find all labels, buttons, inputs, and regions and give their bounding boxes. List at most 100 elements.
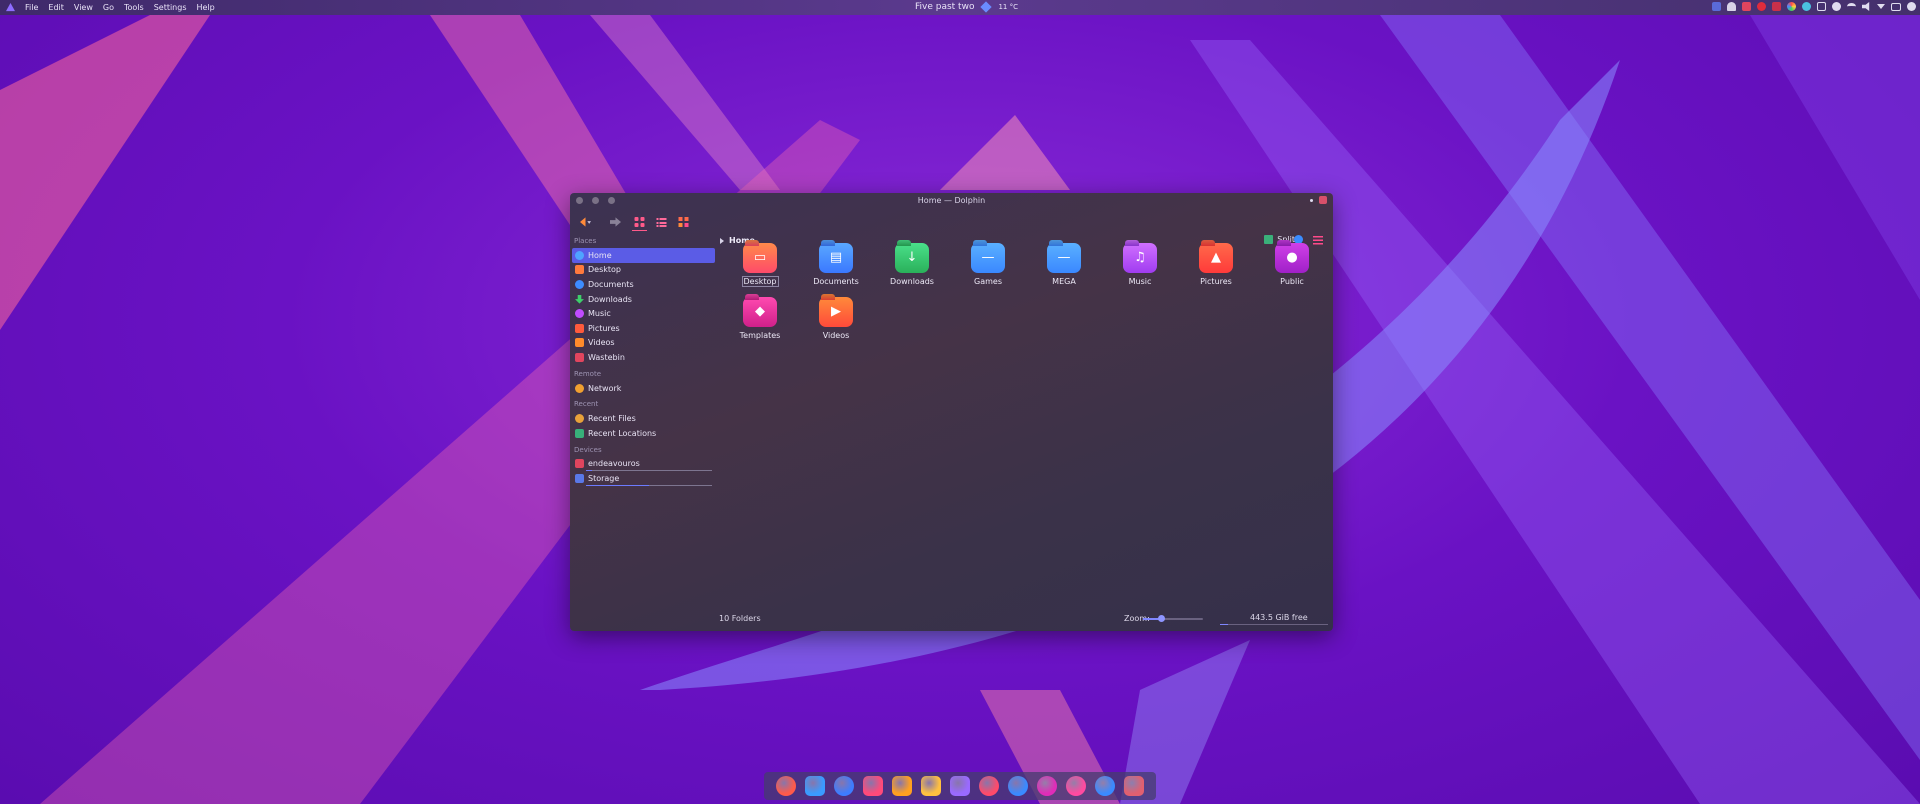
downloads-icon [575, 294, 584, 304]
tray-expand-icon[interactable] [1877, 4, 1885, 9]
compact-view-icon[interactable] [656, 217, 667, 227]
window-title: Home — Dolphin [917, 195, 986, 205]
pictures-icon [575, 323, 584, 333]
icons-view-icon[interactable] [634, 217, 645, 227]
sidebar-item-documents[interactable]: Documents [572, 277, 718, 292]
close-dot-icon[interactable] [576, 197, 583, 204]
zoom-slider-handle[interactable] [1158, 615, 1165, 622]
sidebar-item-endeavouros[interactable]: endeavouros [572, 457, 718, 472]
volume-icon[interactable] [1862, 2, 1870, 11]
back-icon[interactable] [580, 217, 591, 227]
telegram-icon[interactable] [805, 776, 825, 796]
dock [764, 772, 1156, 800]
recent-header: Recent [574, 400, 599, 409]
folder-games[interactable]: — Games [958, 243, 1018, 286]
folder-videos[interactable]: ▶ Videos [806, 297, 866, 340]
places-panel: Places Home Desktop Documents Downloads … [572, 235, 718, 486]
sidebar-item-label: Downloads [588, 294, 632, 304]
maximize-dot-icon[interactable] [608, 197, 615, 204]
zoom-slider[interactable] [1143, 615, 1203, 622]
recent-locations-icon [575, 428, 584, 438]
tray-colorful-icon[interactable] [1787, 2, 1796, 11]
folder-label: Desktop [741, 276, 779, 287]
circle-app-icon[interactable] [1066, 776, 1086, 796]
keep-above-icon[interactable] [1310, 198, 1313, 202]
shield-icon[interactable] [921, 776, 941, 796]
sidebar-item-network[interactable]: Network [572, 381, 718, 396]
clock-time: Five past two [915, 2, 975, 12]
menu-settings[interactable]: Settings [154, 3, 187, 12]
remote-header: Remote [574, 369, 602, 378]
toolbar: Home Split [570, 211, 1333, 245]
vlc-icon[interactable] [892, 776, 912, 796]
spiral-icon[interactable] [1037, 776, 1057, 796]
tray-app-icon[interactable] [1712, 2, 1721, 11]
editor-icon[interactable] [863, 776, 883, 796]
sidebar-item-downloads[interactable]: Downloads [572, 292, 718, 307]
menu-file[interactable]: File [25, 3, 38, 12]
gem-icon[interactable] [1008, 776, 1028, 796]
folder-mega[interactable]: — MEGA [1034, 243, 1094, 286]
window-titlebar[interactable]: Home — Dolphin [570, 193, 1333, 207]
folder-label: Music [1128, 277, 1152, 286]
tray-flag-icon[interactable] [1772, 2, 1781, 11]
folder-public[interactable]: ● Public [1262, 243, 1322, 286]
folder-label: MEGA [1052, 277, 1076, 286]
weather-icon [980, 1, 993, 13]
steam-icon[interactable] [1095, 776, 1115, 796]
folder-music[interactable]: ♫ Music [1110, 243, 1170, 286]
tray-red-icon[interactable] [1742, 2, 1751, 11]
window-close-icon[interactable] [1319, 196, 1327, 204]
folder-templates[interactable]: ◆ Templates [730, 297, 790, 340]
sidebar-item-recent-files[interactable]: Recent Files [572, 411, 718, 426]
files-icon[interactable] [1124, 776, 1144, 796]
folder-desktop[interactable]: ▭ Desktop [730, 243, 790, 287]
firefox-icon[interactable] [776, 776, 796, 796]
menu-view[interactable]: View [74, 3, 93, 12]
menu-help[interactable]: Help [197, 3, 215, 12]
sidebar-item-music[interactable]: Music [572, 306, 718, 321]
free-space-bar [1220, 624, 1328, 625]
documents-icon [575, 279, 584, 289]
public-folder-icon: ● [1275, 243, 1309, 273]
clipboard-icon[interactable] [1817, 2, 1826, 11]
settings-icon[interactable] [1832, 2, 1841, 11]
sidebar-item-videos[interactable]: Videos [572, 336, 718, 351]
heart-app-icon[interactable] [979, 776, 999, 796]
endeavouros-logo-icon[interactable] [6, 3, 15, 12]
wifi-icon[interactable] [1847, 3, 1856, 10]
clock-widget[interactable]: Five past two 11 °C [915, 1, 1018, 13]
desktop-folder-icon: ▭ [743, 243, 777, 273]
notifications-icon[interactable] [1727, 2, 1736, 11]
folder-label: Pictures [1200, 277, 1232, 286]
browser-icon[interactable] [834, 776, 854, 796]
menu-tools[interactable]: Tools [124, 3, 144, 12]
folder-pictures[interactable]: ▲ Pictures [1186, 243, 1246, 286]
drive-icon [575, 459, 584, 469]
sidebar-item-recent-locations[interactable]: Recent Locations [572, 426, 718, 441]
mega-tray-icon[interactable] [1757, 2, 1766, 11]
folder-downloads[interactable]: ↓ Downloads [882, 243, 942, 286]
sidebar-item-storage[interactable]: Storage [572, 471, 718, 486]
sidebar-item-wastebin[interactable]: Wastebin [572, 350, 718, 365]
folder-documents[interactable]: ▤ Documents [806, 243, 866, 286]
sidebar-item-pictures[interactable]: Pictures [572, 321, 718, 336]
show-desktop-icon[interactable] [1891, 2, 1901, 11]
sidebar-item-desktop[interactable]: Desktop [572, 263, 718, 278]
sidebar-item-home[interactable]: Home [572, 248, 715, 263]
tray-sync-icon[interactable] [1802, 2, 1811, 11]
global-menu: File Edit View Go Tools Settings Help [0, 3, 215, 12]
forward-icon[interactable] [610, 217, 621, 227]
menu-edit[interactable]: Edit [48, 3, 64, 12]
folder-label: Games [974, 277, 1002, 286]
menu-go[interactable]: Go [103, 3, 114, 12]
sidebar-item-label: Videos [588, 338, 615, 348]
system-tray [1712, 2, 1916, 11]
window-buttons [1310, 196, 1327, 204]
user-icon[interactable] [1907, 2, 1916, 11]
home-icon [575, 250, 584, 260]
minimize-dot-icon[interactable] [592, 197, 599, 204]
tasks-icon[interactable] [950, 776, 970, 796]
details-view-icon[interactable] [678, 217, 689, 227]
top-panel: File Edit View Go Tools Settings Help Fi… [0, 0, 1920, 15]
